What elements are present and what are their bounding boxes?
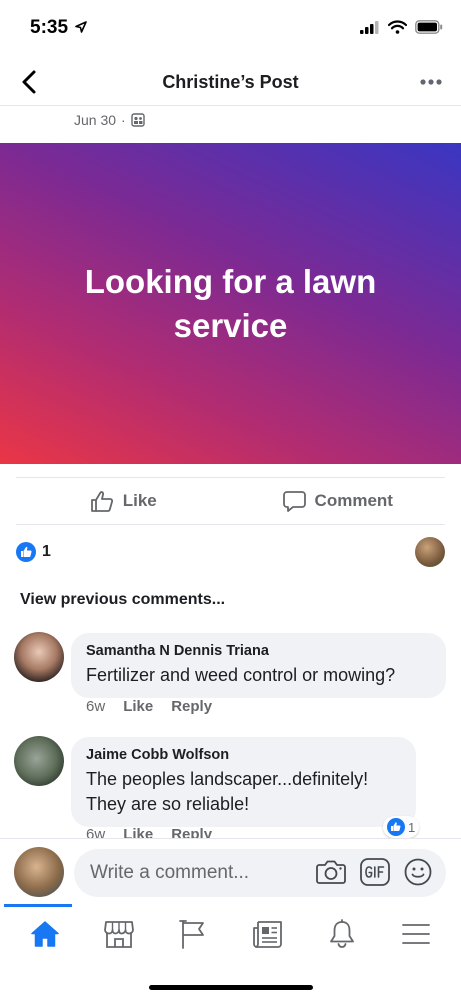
gif-icon[interactable] — [360, 858, 390, 886]
comment-button[interactable]: Comment — [231, 478, 446, 524]
comment-like-button[interactable]: Like — [123, 826, 153, 838]
comment-actions: 6w Like Reply — [86, 698, 212, 715]
status-icons — [360, 20, 443, 34]
marketplace-icon — [104, 921, 135, 948]
group-privacy-icon — [131, 113, 145, 127]
comment-label: Comment — [314, 491, 393, 510]
reaction-count: 1 — [42, 543, 51, 560]
comment-text-line-2: They are so reliable! — [86, 794, 250, 814]
bottom-tab-bar — [0, 904, 461, 1000]
comment-item: Samantha N Dennis Triana Fertilizer and … — [14, 632, 447, 724]
tab-pages[interactable] — [170, 914, 216, 954]
comment-like-button[interactable]: Like — [123, 698, 153, 715]
comment-time: 6w — [86, 826, 106, 838]
tab-home[interactable] — [22, 914, 68, 954]
commenter-name[interactable]: Samantha N Dennis Triana — [86, 643, 431, 659]
status-bar: 5:35 — [0, 0, 461, 56]
tab-notifications[interactable] — [319, 914, 365, 954]
commenter-name[interactable]: Jaime Cobb Wolfson — [86, 747, 401, 763]
commenter-avatar[interactable] — [14, 736, 64, 786]
comment-item: Jaime Cobb Wolfson The peoples landscape… — [14, 736, 447, 838]
tab-marketplace[interactable] — [96, 914, 142, 954]
reactions-summary: 1 — [16, 537, 445, 567]
like-label: Like — [122, 491, 157, 510]
comment-text-line-1: The peoples landscaper...definitely! — [86, 769, 369, 789]
post-date[interactable]: Jun 30 — [74, 112, 116, 128]
page-title: Christine’s Post — [162, 72, 299, 92]
comment-bubble-icon — [282, 490, 306, 512]
comment-composer: Write a comment... — [0, 838, 461, 904]
tab-news[interactable] — [245, 914, 291, 954]
reaction-count-group[interactable]: 1 — [16, 542, 51, 562]
camera-icon[interactable] — [316, 859, 346, 885]
like-reaction-icon — [16, 542, 36, 562]
comment-time: 6w — [86, 698, 106, 715]
comment-input-placeholder: Write a comment... — [90, 862, 250, 883]
signal-icon — [360, 20, 379, 34]
composer-tools — [316, 858, 432, 886]
post-banner-text: Looking for a lawn service — [84, 262, 377, 344]
more-options-icon[interactable] — [419, 78, 443, 86]
current-user-avatar — [14, 847, 64, 897]
comment-reaction-count: 1 — [408, 819, 416, 835]
thumbs-up-icon — [90, 491, 113, 512]
comment-reaction-badge[interactable]: 1 — [383, 816, 420, 838]
post-banner[interactable]: Looking for a lawn service — [0, 143, 461, 464]
comment-bubble[interactable]: Jaime Cobb Wolfson The peoples landscape… — [71, 737, 416, 827]
tab-menu[interactable] — [393, 914, 439, 954]
comment-text: Fertilizer and weed control or mowing? — [86, 665, 396, 685]
menu-icon — [401, 924, 430, 944]
like-reaction-icon — [387, 818, 405, 836]
location-arrow-icon — [75, 21, 88, 33]
post-actions: Like Comment — [16, 477, 445, 525]
comment-bubble[interactable]: Samantha N Dennis Triana Fertilizer and … — [71, 633, 446, 698]
battery-icon — [415, 20, 443, 34]
post-meta: Jun 30 · — [74, 112, 145, 128]
news-icon — [252, 921, 282, 948]
nav-bar: Christine’s Post — [0, 58, 461, 106]
home-icon — [31, 921, 59, 947]
notifications-bell-icon — [329, 919, 354, 948]
seen-by-avatar[interactable] — [415, 537, 445, 567]
commenter-avatar[interactable] — [14, 632, 64, 682]
wifi-icon — [388, 20, 407, 34]
status-time: 5:35 — [30, 17, 88, 39]
view-previous-comments-link[interactable]: View previous comments... — [20, 591, 225, 609]
active-tab-indicator — [4, 904, 72, 907]
home-indicator — [149, 985, 313, 990]
comment-actions: 6w Like Reply — [86, 826, 212, 838]
comment-input[interactable]: Write a comment... — [74, 849, 446, 897]
like-button[interactable]: Like — [16, 478, 231, 524]
comment-reply-button[interactable]: Reply — [171, 698, 212, 715]
comment-reply-button[interactable]: Reply — [171, 826, 212, 838]
emoji-icon[interactable] — [404, 858, 432, 886]
meta-separator: · — [121, 112, 126, 128]
pages-flag-icon — [179, 920, 205, 949]
